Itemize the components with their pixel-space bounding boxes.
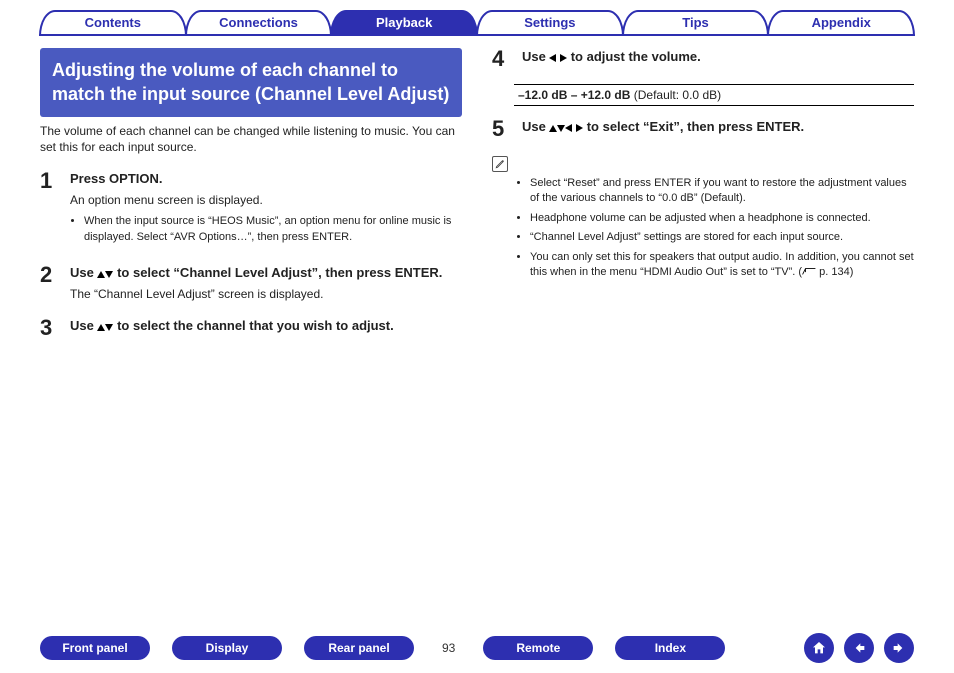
up-arrow-icon: [549, 125, 557, 132]
page-number: 93: [436, 641, 461, 655]
left-arrow-icon: [565, 124, 572, 132]
up-arrow-icon: [97, 324, 105, 331]
left-arrow-icon: [549, 54, 556, 62]
step-number: 3: [40, 317, 58, 339]
intro-text: The volume of each channel can be change…: [40, 123, 462, 157]
tab-settings[interactable]: Settings: [476, 10, 624, 36]
step-subtext: An option menu screen is displayed.: [70, 192, 462, 209]
step-number: 4: [492, 48, 510, 70]
step-1: 1 Press OPTION. An option menu screen is…: [40, 170, 462, 250]
tab-contents[interactable]: Contents: [39, 10, 187, 36]
page-reference[interactable]: ( p. 134): [798, 266, 853, 278]
step-subtext: The “Channel Level Adjust” screen is dis…: [70, 286, 462, 303]
next-page-button[interactable]: [884, 633, 914, 663]
note-item: You can only set this for speakers that …: [530, 250, 914, 281]
step-3: 3 Use to select the channel that you wis…: [40, 317, 462, 339]
page-content: Adjusting the volume of each channel to …: [0, 36, 954, 353]
step-title: Press OPTION.: [70, 170, 462, 189]
note-item: Headphone volume can be adjusted when a …: [530, 211, 914, 226]
notes-list: Select “Reset” and press ENTER if you wa…: [516, 176, 914, 280]
tab-appendix[interactable]: Appendix: [767, 10, 915, 36]
index-button[interactable]: Index: [615, 636, 725, 660]
step-number: 1: [40, 170, 58, 250]
range-box: –12.0 dB – +12.0 dB (Default: 0.0 dB): [514, 84, 914, 106]
step-number: 5: [492, 118, 510, 140]
prev-page-button[interactable]: [844, 633, 874, 663]
rear-panel-button[interactable]: Rear panel: [304, 636, 414, 660]
down-arrow-icon: [557, 125, 565, 132]
left-column: Adjusting the volume of each channel to …: [40, 48, 462, 353]
notes-block: [492, 154, 914, 172]
right-column: 4 Use to adjust the volume. –12.0 dB – +…: [492, 48, 914, 353]
note-icon: [492, 156, 508, 172]
tab-tips[interactable]: Tips: [622, 10, 770, 36]
up-arrow-icon: [97, 271, 105, 278]
bottom-nav: Front panel Display Rear panel 93 Remote…: [0, 633, 954, 663]
step-title: Use to select “Channel Level Adjust”, th…: [70, 264, 462, 283]
remote-button[interactable]: Remote: [483, 636, 593, 660]
step-number: 2: [40, 264, 58, 303]
step-title: Use to select “Exit”, then press ENTER.: [522, 118, 914, 137]
top-tabs: Contents Connections Playback Settings T…: [0, 0, 954, 36]
section-title: Adjusting the volume of each channel to …: [40, 48, 462, 117]
step-title: Use to select the channel that you wish …: [70, 317, 462, 336]
home-button[interactable]: [804, 633, 834, 663]
note-item: “Channel Level Adjust” settings are stor…: [530, 230, 914, 245]
step-title: Use to adjust the volume.: [522, 48, 914, 67]
tab-connections[interactable]: Connections: [185, 10, 333, 36]
step-4: 4 Use to adjust the volume.: [492, 48, 914, 70]
step-5: 5 Use to select “Exit”, then press ENTER…: [492, 118, 914, 140]
tab-playback[interactable]: Playback: [330, 10, 478, 36]
note-item: Select “Reset” and press ENTER if you wa…: [530, 176, 914, 207]
display-button[interactable]: Display: [172, 636, 282, 660]
step-bullet: When the input source is “HEOS Music”, a…: [84, 214, 462, 245]
front-panel-button[interactable]: Front panel: [40, 636, 150, 660]
step-2: 2 Use to select “Channel Level Adjust”, …: [40, 264, 462, 303]
